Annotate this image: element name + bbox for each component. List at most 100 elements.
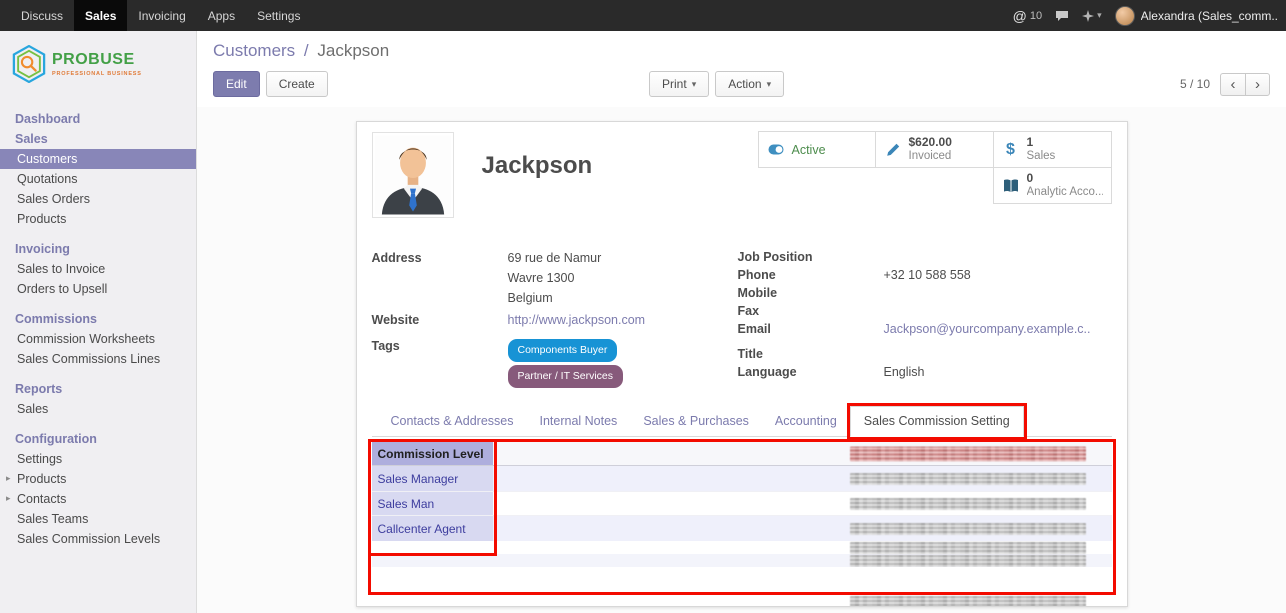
- commission-level-cell[interactable]: Sales Man: [372, 492, 493, 515]
- sidebar-item-reports-sales[interactable]: Sales: [0, 399, 196, 419]
- redacted-cells: [850, 542, 1086, 554]
- sidebar-item-label: Contacts: [17, 492, 66, 506]
- sidebar-nav: Dashboard Sales Customers Quotations Sal…: [0, 109, 196, 549]
- table-row[interactable]: Sales Manager: [372, 466, 1112, 491]
- user-menu[interactable]: Alexandra (Sales_comm..: [1115, 6, 1278, 26]
- tag-partner-it-services[interactable]: Partner / IT Services: [508, 365, 624, 388]
- menu-discuss[interactable]: Discuss: [10, 0, 74, 31]
- tab-sales-commission-setting[interactable]: Sales Commission Setting: [850, 406, 1024, 437]
- dollar-icon: $: [1002, 141, 1020, 159]
- table-row[interactable]: Callcenter Agent: [372, 516, 1112, 541]
- sidebar: PROBUSE PROFESSIONAL BUSINESS Dashboard …: [0, 31, 197, 613]
- pager-counter: 5 / 10: [1180, 77, 1210, 91]
- sidebar-item-sales-teams[interactable]: Sales Teams: [0, 509, 196, 529]
- invoiced-amount: $620.00: [909, 136, 952, 150]
- table-row[interactable]: Sales Man: [372, 491, 1112, 516]
- pager-next-button[interactable]: ›: [1245, 73, 1270, 96]
- sidebar-item-config-contacts[interactable]: ▸ Contacts: [0, 489, 196, 509]
- user-avatar: [1115, 6, 1135, 26]
- mentions-button[interactable]: @ 10: [1013, 8, 1042, 24]
- invoiced-stat-button[interactable]: $620.00 Invoiced: [875, 131, 994, 168]
- sidebar-item-sales-orders[interactable]: Sales Orders: [0, 189, 196, 209]
- actions-row: Edit Create Print▾ Action ▾ 5 / 10 ‹ ›: [213, 71, 1270, 107]
- pager-buttons: ‹ ›: [1220, 73, 1270, 96]
- sidebar-item-dashboard[interactable]: Dashboard: [0, 109, 196, 129]
- sparkle-icon: [1082, 10, 1094, 22]
- systray-menu-button[interactable]: ▾: [1082, 10, 1102, 22]
- menu-sales[interactable]: Sales: [74, 0, 127, 31]
- sidebar-item-config-products[interactable]: ▸Products: [0, 469, 196, 489]
- tags-field[interactable]: Components Buyer Partner / IT Services: [508, 336, 624, 388]
- contact-photo[interactable]: [372, 132, 454, 218]
- address-label: Address: [372, 248, 508, 308]
- menu-apps[interactable]: Apps: [197, 0, 246, 31]
- sidebar-item-sales-to-invoice[interactable]: Sales to Invoice: [0, 259, 196, 279]
- sales-stat-button[interactable]: $ 1 Sales: [993, 131, 1112, 168]
- sidebar-section-reports[interactable]: Reports: [0, 379, 196, 399]
- sidebar-item-sales-commission-levels[interactable]: Sales Commission Levels: [0, 529, 196, 549]
- commission-level-cell[interactable]: Callcenter Agent: [372, 516, 493, 541]
- print-label: Print: [662, 77, 687, 91]
- active-toggle-icon: [767, 144, 785, 155]
- address-country: Belgium: [508, 288, 602, 308]
- messages-button[interactable]: [1055, 10, 1069, 22]
- create-button[interactable]: Create: [266, 71, 328, 97]
- field-groups: Address 69 rue de Namur Wavre 1300 Belgi…: [372, 248, 1112, 388]
- language-value[interactable]: English: [884, 363, 925, 381]
- sidebar-item-commission-worksheets[interactable]: Commission Worksheets: [0, 329, 196, 349]
- redacted-cells: [850, 473, 1086, 485]
- email-link[interactable]: Jackpson@yourcompany.example.c..: [884, 320, 1091, 338]
- print-dropdown-button[interactable]: Print▾: [649, 71, 709, 97]
- table-row-empty: [372, 567, 1112, 593]
- brand-logo[interactable]: PROBUSE PROFESSIONAL BUSINESS: [0, 31, 196, 99]
- action-dropdown-button[interactable]: Action ▾: [715, 71, 784, 97]
- tab-accounting[interactable]: Accounting: [762, 407, 850, 436]
- column-header-commission-level[interactable]: Commission Level: [372, 442, 493, 465]
- field-group-left: Address 69 rue de Namur Wavre 1300 Belgi…: [372, 248, 738, 388]
- sidebar-section-configuration[interactable]: Configuration: [0, 429, 196, 449]
- sidebar-item-orders-to-upsell[interactable]: Orders to Upsell: [0, 279, 196, 299]
- chevron-right-icon: ▸: [6, 493, 11, 504]
- website-link[interactable]: http://www.jackpson.com: [508, 310, 646, 330]
- table-footer-row: [372, 593, 1112, 607]
- breadcrumb-customers-link[interactable]: Customers: [213, 41, 295, 60]
- brand-tagline: PROFESSIONAL BUSINESS: [52, 71, 142, 77]
- analytic-accounts-stat-button[interactable]: 0 Analytic Acco...: [993, 167, 1112, 204]
- sales-label: Sales: [1027, 150, 1056, 163]
- tab-sales-purchases[interactable]: Sales & Purchases: [630, 407, 762, 436]
- phone-value[interactable]: +32 10 588 558: [884, 266, 971, 284]
- menu-invoicing[interactable]: Invoicing: [127, 0, 196, 31]
- sidebar-item-quotations[interactable]: Quotations: [0, 169, 196, 189]
- menu-settings[interactable]: Settings: [246, 0, 311, 31]
- tab-contacts-addresses[interactable]: Contacts & Addresses: [378, 407, 527, 436]
- tag-components-buyer[interactable]: Components Buyer: [508, 339, 618, 362]
- action-label: Action: [728, 77, 761, 91]
- redacted-cells: [850, 555, 1086, 567]
- chevron-left-icon: ‹: [1231, 76, 1236, 93]
- edit-button[interactable]: Edit: [213, 71, 260, 97]
- dropdown-group: Print▾ Action ▾: [649, 71, 784, 97]
- stat-buttons: Active $620.00 Invoiced $: [758, 132, 1112, 204]
- website-label: Website: [372, 310, 508, 330]
- sidebar-item-products[interactable]: Products: [0, 209, 196, 229]
- address-value[interactable]: 69 rue de Namur Wavre 1300 Belgium: [508, 248, 602, 308]
- pencil-icon: [884, 143, 902, 157]
- caret-down-icon: ▾: [767, 79, 772, 90]
- pager-previous-button[interactable]: ‹: [1220, 73, 1245, 96]
- commission-level-cell[interactable]: Sales Manager: [372, 466, 493, 491]
- book-icon: [1002, 179, 1020, 193]
- field-group-right: Job Position Phone +32 10 588 558 Mobile: [738, 248, 1112, 388]
- redacted-cells: [850, 523, 1086, 535]
- active-stat-button[interactable]: Active: [758, 131, 876, 168]
- address-street: 69 rue de Namur: [508, 248, 602, 268]
- sidebar-section-invoicing[interactable]: Invoicing: [0, 239, 196, 259]
- tab-internal-notes[interactable]: Internal Notes: [526, 407, 630, 436]
- sidebar-item-sales-commissions-lines[interactable]: Sales Commissions Lines: [0, 349, 196, 369]
- sidebar-section-sales[interactable]: Sales: [0, 129, 196, 149]
- user-name: Alexandra (Sales_comm..: [1141, 9, 1278, 23]
- mobile-label: Mobile: [738, 284, 884, 302]
- sidebar-item-settings[interactable]: Settings: [0, 449, 196, 469]
- sidebar-item-customers[interactable]: Customers: [0, 149, 196, 169]
- sidebar-section-commissions[interactable]: Commissions: [0, 309, 196, 329]
- chat-bubble-icon: [1055, 10, 1069, 22]
